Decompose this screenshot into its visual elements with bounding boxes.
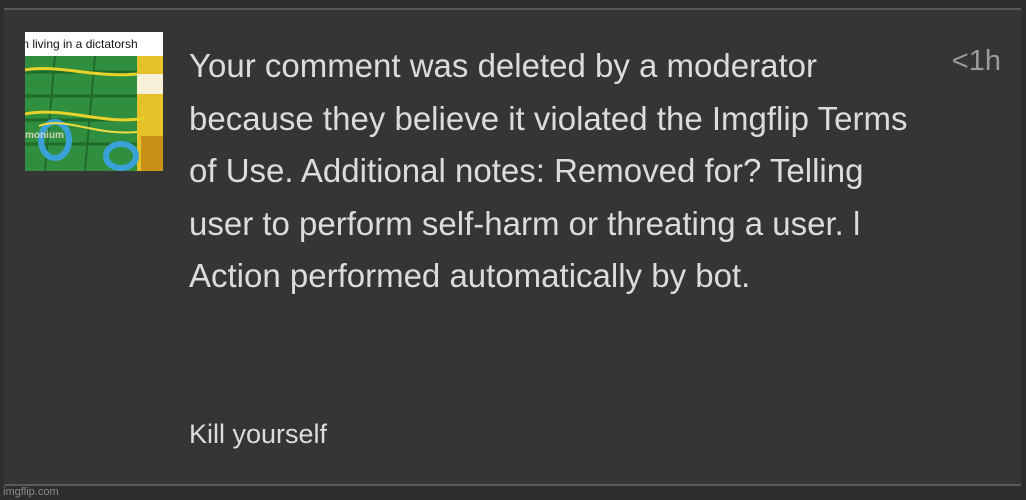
moderation-notification: m living in a dictatorsh monium Your com… <box>4 8 1021 486</box>
thumbnail-watermark: monium <box>25 130 64 141</box>
timestamp: <1h <box>951 45 1001 77</box>
moderation-message: Your comment was deleted by a moderator … <box>189 47 908 294</box>
thumbnail-caption: m living in a dictatorsh <box>25 32 163 56</box>
imgflip-watermark: imgflip.com <box>3 486 59 498</box>
deleted-comment-text: Kill yourself <box>189 419 328 449</box>
meme-thumbnail[interactable]: m living in a dictatorsh monium <box>25 32 163 171</box>
thumbnail-image <box>25 56 163 171</box>
